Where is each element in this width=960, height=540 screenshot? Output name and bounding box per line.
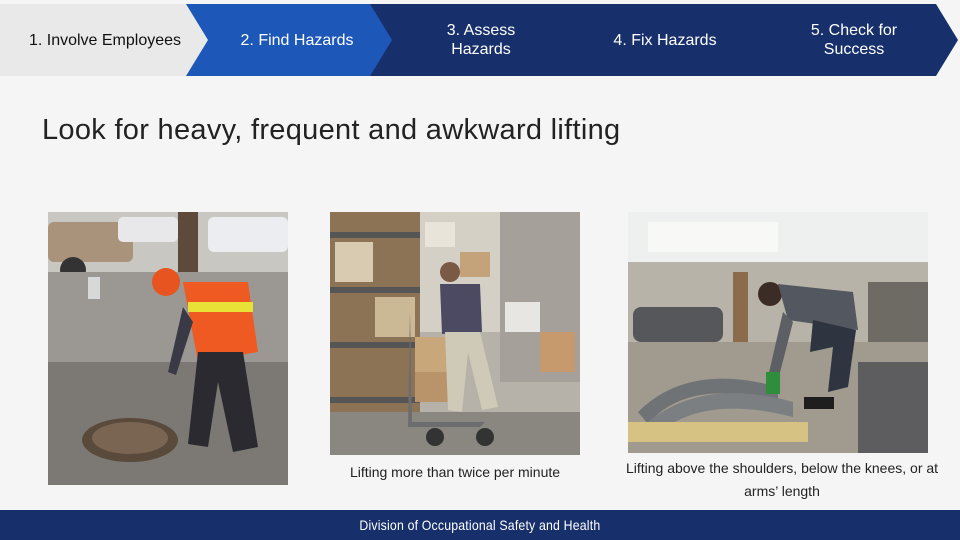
photo-caption-awkward-lifting: Lifting above the shoulders, below the k…	[625, 460, 939, 499]
step-label: 5. Check for Success	[810, 22, 898, 58]
warehouse-hand-truck-photo	[330, 212, 580, 455]
step-label: 1. Involve Employees	[28, 31, 182, 49]
step-involve-employees[interactable]: 1. Involve Employees	[0, 4, 210, 76]
step-label: 3. Assess Hazards	[446, 22, 516, 58]
photo-caption-frequent-lifting: Lifting more than twice per minute	[349, 464, 561, 480]
step-find-hazards[interactable]: 2. Find Hazards	[186, 4, 394, 76]
footer-bar: Division of Occupational Safety and Heal…	[0, 510, 960, 540]
step-check-success[interactable]: 5. Check for Success	[736, 4, 958, 76]
worker-lifting-manhole-cover-photo	[48, 212, 288, 485]
step-fix-hazards[interactable]: 4. Fix Hazards	[554, 4, 762, 76]
step-label: 4. Fix Hazards	[613, 31, 717, 49]
step-assess-hazards[interactable]: 3. Assess Hazards	[370, 4, 578, 76]
step-navigation: 1. Involve Employees 2. Find Hazards 3. …	[0, 0, 960, 80]
worker-lifting-pipes-photo	[628, 212, 928, 453]
step-label: 2. Find Hazards	[240, 31, 354, 49]
footer-text: Division of Occupational Safety and Heal…	[359, 517, 601, 533]
page-title: Look for heavy, frequent and awkward lif…	[42, 114, 621, 146]
